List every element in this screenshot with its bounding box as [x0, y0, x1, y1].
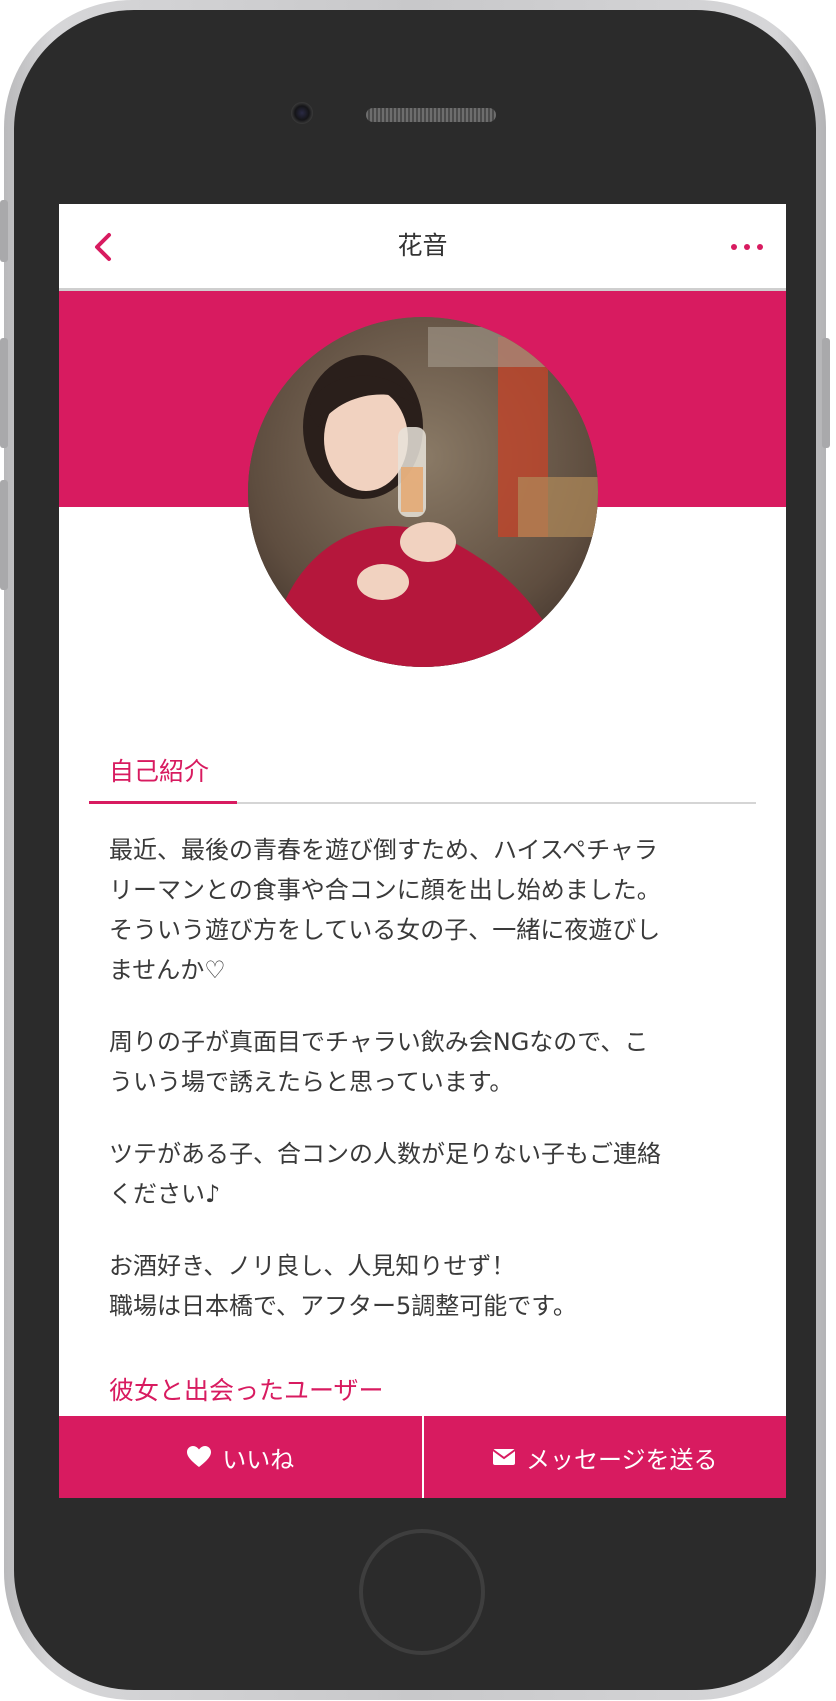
like-button-label: いいね — [222, 1445, 295, 1474]
intro-section-title[interactable]: 自己紹介 — [109, 752, 209, 788]
more-horizontal-icon[interactable] — [731, 240, 763, 254]
intro-paragraph: お酒好き、ノリ良し、人見知りせず！ 職場は日本橋で、アフター5調整可能です。 — [109, 1252, 577, 1320]
intro-text: 最近、最後の青春を遊び倒すため、ハイスペチャラ リーマンとの食事や合コンに顔を出… — [109, 830, 749, 1358]
phone-frame: 花音 自己紹介 最近、最後の青春を遊び倒すため、ハイスペチャラ リーマンとの食事… — [0, 0, 830, 1700]
phone-body: 花音 自己紹介 最近、最後の青春を遊び倒すため、ハイスペチャラ リーマンとの食事… — [14, 10, 816, 1690]
like-button[interactable]: いいね — [59, 1416, 422, 1498]
send-message-label: メッセージを送る — [525, 1445, 718, 1474]
home-button[interactable] — [359, 1529, 485, 1655]
front-camera — [291, 102, 313, 124]
send-message-button[interactable]: メッセージを送る — [424, 1416, 787, 1498]
intro-paragraph: 最近、最後の青春を遊び倒すため、ハイスペチャラ リーマンとの食事や合コンに顔を出… — [109, 836, 661, 984]
met-users-section-title: 彼女と出会ったユーザー — [109, 1376, 384, 1405]
volume-up-button — [0, 338, 8, 448]
power-button — [822, 338, 830, 448]
earpiece-speaker — [366, 108, 496, 122]
action-bar: いいね メッセージを送る — [59, 1416, 786, 1498]
intro-paragraph: ツテがある子、合コンの人数が足りない子もご連絡 ください♪ — [109, 1140, 661, 1208]
page-title: 花音 — [397, 231, 448, 260]
app-screen: 花音 自己紹介 最近、最後の青春を遊び倒すため、ハイスペチャラ リーマンとの食事… — [59, 204, 786, 1498]
mail-icon — [492, 1449, 516, 1465]
navigation-bar: 花音 — [59, 204, 786, 291]
heart-icon — [187, 1446, 212, 1467]
section-tab-indicator — [89, 801, 237, 804]
volume-down-button — [0, 480, 8, 590]
intro-paragraph: 周りの子が真面目でチャラい飲み会NGなので、こ ういう場で誘えたらと思っています… — [109, 1028, 649, 1096]
mute-switch — [0, 200, 8, 262]
avatar[interactable] — [248, 317, 598, 667]
